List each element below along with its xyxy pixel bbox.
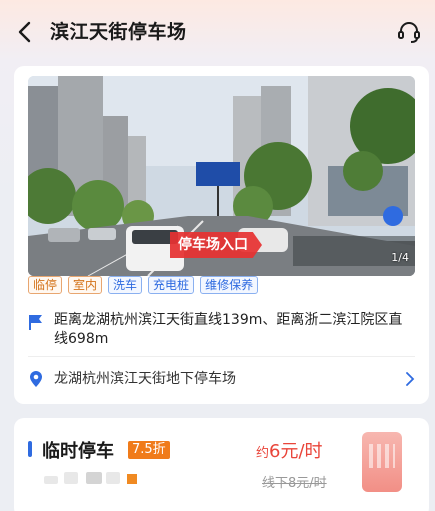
distance-text: 距离龙湖杭州滨江天街直线139m、距离浙二滨江院区直线698m <box>54 312 403 347</box>
blurred-detail <box>64 472 78 484</box>
divider <box>28 356 415 357</box>
blurred-detail <box>44 476 58 484</box>
parking-info-card: 停车场入口 1/4 临停 室内 洗车 充电桩 维修保养 距离龙湖杭州滨江天街直线… <box>14 66 429 404</box>
flag-icon <box>29 315 42 330</box>
discount-badge: 7.5折 <box>128 441 170 459</box>
chevron-left-icon <box>18 21 31 43</box>
headset-icon <box>398 22 420 43</box>
blurred-detail <box>86 472 102 484</box>
price-unit: 元/时 <box>280 441 323 462</box>
parking-entrance-sign: 停车场入口 <box>170 232 262 258</box>
blurred-detail <box>127 474 137 484</box>
distance-info: 距离龙湖杭州滨江天街直线139m、距离浙二滨江院区直线698m <box>28 311 415 351</box>
parking-photo-carousel[interactable]: 停车场入口 1/4 <box>28 76 415 276</box>
page-title: 滨江天街停车场 <box>50 21 187 43</box>
blurred-detail <box>106 472 120 484</box>
customer-service-button[interactable] <box>395 18 423 46</box>
location-pin-icon <box>30 371 42 387</box>
tag-charging-pile: 充电桩 <box>148 276 195 294</box>
feature-tags: 临停 室内 洗车 充电桩 维修保养 <box>28 276 259 298</box>
header-bar: 滨江天街停车场 <box>0 0 435 64</box>
price-prefix: 约 <box>256 446 270 461</box>
address-text: 龙湖杭州滨江天街地下停车场 <box>54 371 236 387</box>
address-row[interactable]: 龙湖杭州滨江天街地下停车场 <box>28 369 415 391</box>
rate-card[interactable]: 临时停车 7.5折 约6元/时 线下8元/时 <box>14 418 429 511</box>
price-value: 6 <box>269 441 281 462</box>
rate-title: 临时停车 <box>42 441 114 462</box>
section-accent-bar <box>28 441 32 457</box>
tag-car-wash: 洗车 <box>108 276 143 294</box>
chevron-right-icon <box>406 372 415 386</box>
blurred-detail <box>369 444 395 468</box>
tag-maintenance: 维修保养 <box>200 276 259 294</box>
photo-counter: 1/4 <box>391 251 409 264</box>
original-price: 线下8元/时 <box>262 476 327 491</box>
tag-temporary-parking: 临停 <box>28 276 63 294</box>
back-button[interactable] <box>12 18 40 46</box>
tag-indoor: 室内 <box>68 276 103 294</box>
current-price: 约6元/时 <box>256 437 323 463</box>
